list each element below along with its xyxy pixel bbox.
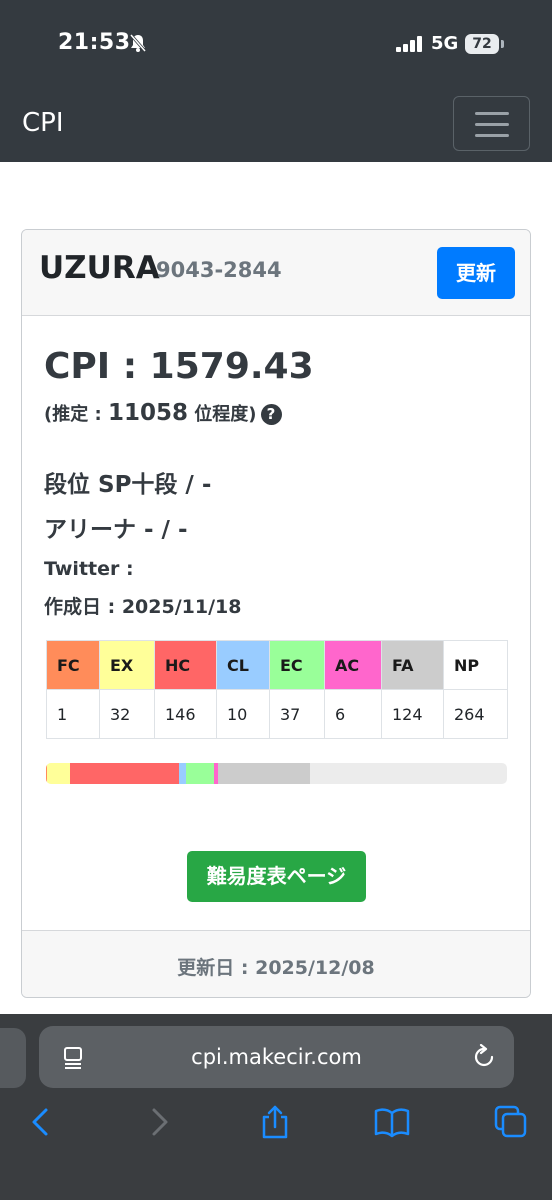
lamp-header-cl: CL xyxy=(216,640,270,690)
battery-icon: 72 xyxy=(465,34,505,54)
progress-segment-hc xyxy=(70,763,179,784)
cpi-value: 1579.43 xyxy=(149,346,314,387)
player-name: UZURA xyxy=(39,250,160,286)
lamp-count-fc: 1 xyxy=(46,689,100,739)
card-header: UZURA 9043-2844 更新 xyxy=(22,230,530,316)
navbar-brand[interactable]: CPI xyxy=(22,108,64,138)
lamp-header-row: FC EX HC CL EC AC FA NP xyxy=(46,640,508,690)
lamp-header-ac: AC xyxy=(324,640,382,690)
lamp-header-fa: FA xyxy=(381,640,444,690)
arena-rank: アリーナ - / - xyxy=(44,517,188,543)
lamp-header-ec: EC xyxy=(269,640,325,690)
progress-segment-ec xyxy=(186,763,214,784)
dan-rank: 段位 SP十段 / - xyxy=(44,472,212,498)
progress-segment-cl xyxy=(178,763,187,784)
menu-toggle-button[interactable] xyxy=(453,96,530,151)
lamp-count-hc: 146 xyxy=(154,689,217,739)
question-circle-icon[interactable]: ? xyxy=(260,404,282,425)
estimated-rank-value: 11058 xyxy=(107,400,188,426)
navbar: CPI xyxy=(0,88,552,162)
share-icon[interactable] xyxy=(257,1104,293,1140)
lamp-count-ac: 6 xyxy=(324,689,382,739)
address-bar[interactable]: cpi.makecir.com xyxy=(39,1026,514,1088)
created-date: 作成日 : 2025/11/18 xyxy=(44,596,242,618)
lamp-count-ec: 37 xyxy=(269,689,325,739)
lamp-count-cl: 10 xyxy=(216,689,270,739)
browser-toolbar: cpi.makecir.com xyxy=(0,1014,552,1200)
estimated-rank: (推定 : 11058 位程度)? xyxy=(44,400,282,426)
status-bar: 21:53 5G 72 xyxy=(0,0,552,88)
previous-tab-preview[interactable] xyxy=(0,1028,26,1088)
lamp-header-np: NP xyxy=(443,640,508,690)
progress-segment-fa xyxy=(217,763,310,784)
lamp-count-row: 1 32 146 10 37 6 124 264 xyxy=(46,689,508,739)
card-footer: 更新日 : 2025/12/08 xyxy=(22,930,530,997)
lamp-header-ex: EX xyxy=(99,640,155,690)
twitter-label: Twitter : xyxy=(44,558,134,580)
hamburger-icon xyxy=(475,112,509,115)
lamp-count-fa: 124 xyxy=(381,689,444,739)
back-icon[interactable] xyxy=(22,1104,58,1140)
lamp-header-fc: FC xyxy=(46,640,100,690)
cpi-score: CPI : 1579.43 xyxy=(44,346,314,387)
url-text[interactable]: cpi.makecir.com xyxy=(39,1026,514,1088)
status-time: 21:53 xyxy=(58,30,131,55)
updated-date: 更新日 : 2025/12/08 xyxy=(177,957,375,979)
cellular-signal-icon xyxy=(396,36,422,52)
progress-segment-ex xyxy=(46,763,71,784)
tabs-icon[interactable] xyxy=(493,1104,529,1140)
player-id: 9043-2844 xyxy=(156,258,282,282)
lamp-header-hc: HC xyxy=(154,640,217,690)
lamp-count-np: 264 xyxy=(443,689,508,739)
bell-slash-icon xyxy=(129,34,147,52)
lamp-count-ex: 32 xyxy=(99,689,155,739)
update-button[interactable]: 更新 xyxy=(437,247,515,299)
bookmarks-icon[interactable] xyxy=(374,1104,410,1140)
difficulty-table-button[interactable]: 難易度表ページ xyxy=(187,851,366,902)
forward-icon[interactable] xyxy=(142,1104,178,1140)
reload-icon[interactable] xyxy=(471,1044,497,1070)
player-card: UZURA 9043-2844 更新 CPI : 1579.43 (推定 : 1… xyxy=(21,229,531,998)
battery-level: 72 xyxy=(472,36,492,52)
lamp-progress-bar xyxy=(46,763,507,784)
lamp-table: FC EX HC CL EC AC FA NP 1 32 146 10 37 6… xyxy=(46,640,508,739)
network-type: 5G xyxy=(431,33,459,54)
